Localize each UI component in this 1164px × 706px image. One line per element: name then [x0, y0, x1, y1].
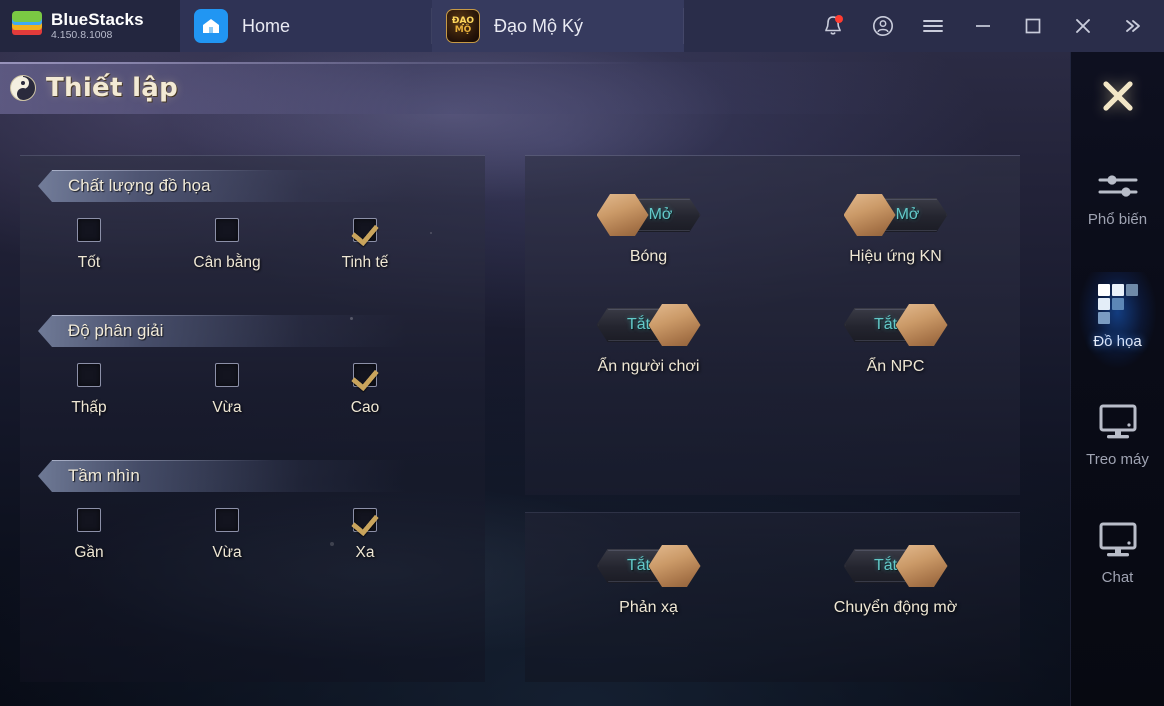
- sidebar-item-label: Chat: [1101, 569, 1134, 586]
- option-row-resolution: Thấp Vừa Cao: [20, 363, 485, 417]
- section-title: Tầm nhìn: [68, 466, 140, 485]
- toggle-label: Bóng: [629, 248, 668, 265]
- tab-game-label: Đạo Mộ Ký: [494, 15, 584, 36]
- checkbox-checked[interactable]: [353, 508, 377, 532]
- sidebar-item-label: Phổ biến: [1087, 211, 1148, 228]
- option-can-bang[interactable]: Cân bằng: [158, 218, 296, 272]
- option-thap[interactable]: Thấp: [20, 363, 158, 417]
- yin-yang-icon: [10, 75, 36, 101]
- game-screen: Thiết lập Chất lượng đồ họa Tốt Cân bằng…: [0, 52, 1164, 706]
- effects-panel: Mở Bóng Mở Hiệu ứng KN Tắt Ẩn người chơi…: [525, 155, 1020, 495]
- toggle-phan-xa[interactable]: Tắt Phản xạ: [525, 545, 772, 617]
- section-header-graphics-quality: Chất lượng đồ họa: [38, 170, 406, 202]
- option-xa[interactable]: Xa: [296, 508, 434, 562]
- option-vua-view[interactable]: Vừa: [158, 508, 296, 562]
- sidebar-item-do-hoa[interactable]: Đồ họa: [1071, 258, 1164, 376]
- option-label: Cao: [350, 399, 380, 416]
- settings-sidebar: Phổ biến Đồ họa Treo máy Chat: [1070, 52, 1164, 706]
- option-label: Gần: [74, 544, 104, 561]
- sidebar-item-label: Đồ họa: [1093, 333, 1142, 350]
- tab-home[interactable]: Home: [180, 0, 432, 52]
- expand-button[interactable]: [1108, 0, 1158, 52]
- page-header: Thiết lập: [0, 62, 1085, 114]
- option-vua-resolution[interactable]: Vừa: [158, 363, 296, 417]
- notifications-button[interactable]: [808, 0, 858, 52]
- monitor-icon: [1099, 522, 1136, 557]
- option-row-graphics-quality: Tốt Cân bằng Tinh tế: [20, 218, 485, 272]
- sliders-icon: [1098, 175, 1137, 197]
- close-icon: [1102, 81, 1133, 111]
- sidebar-item-treo-may[interactable]: Treo máy: [1071, 376, 1164, 494]
- toggle-label: Hiệu ứng KN: [849, 248, 942, 265]
- brand-version: 4.150.8.1008: [51, 29, 113, 42]
- toggle-label: Ẩn NPC: [866, 358, 925, 375]
- toggle-switch[interactable]: Tắt: [843, 545, 948, 587]
- toggle-chuyen-dong-mo[interactable]: Tắt Chuyển động mờ: [772, 545, 1019, 617]
- toggle-label: Phản xạ: [619, 599, 678, 616]
- toggle-hieu-ung-kn[interactable]: Mở Hiệu ứng KN: [772, 194, 1019, 266]
- graphics-options-panel: Chất lượng đồ họa Tốt Cân bằng Tinh tế Đ…: [20, 155, 485, 682]
- tab-home-label: Home: [242, 15, 291, 36]
- option-row-view-distance: Gần Vừa Xa: [20, 508, 485, 562]
- option-label: Tinh tế: [341, 254, 389, 271]
- toggle-switch[interactable]: Tắt: [596, 304, 701, 346]
- option-gan[interactable]: Gần: [20, 508, 158, 562]
- bluestacks-logo: [12, 11, 42, 41]
- sidebar-item-label: Treo máy: [1086, 451, 1149, 468]
- section-title: Chất lượng đồ họa: [68, 176, 211, 195]
- toggle-bong[interactable]: Mở Bóng: [525, 194, 772, 266]
- notification-badge: [835, 15, 843, 23]
- tab-dao-mo-ky[interactable]: ĐẠO MỘ Đạo Mộ Ký: [432, 0, 684, 52]
- toggle-label: Ẩn người chơi: [597, 358, 700, 375]
- settings-close-button[interactable]: [1071, 52, 1164, 140]
- bluestacks-window: BlueStacks 4.150.8.1008 Home ĐẠO MỘ Đạo …: [0, 0, 1164, 706]
- bluestacks-brand: BlueStacks 4.150.8.1008: [0, 0, 180, 52]
- section-header-view-distance: Tầm nhìn: [38, 460, 406, 492]
- menu-button[interactable]: [908, 0, 958, 52]
- option-label: Tốt: [77, 254, 101, 271]
- toggle-switch[interactable]: Tắt: [843, 304, 948, 346]
- option-tot[interactable]: Tốt: [20, 218, 158, 272]
- section-header-resolution: Độ phân giải: [38, 315, 406, 347]
- game-icon-text-bottom: MỘ: [454, 25, 472, 35]
- game-icon: ĐẠO MỘ: [446, 9, 480, 43]
- toggle-an-nguoi-choi[interactable]: Tắt Ẩn người chơi: [525, 304, 772, 376]
- option-label: Thấp: [71, 399, 107, 416]
- section-title: Độ phân giải: [68, 321, 164, 340]
- home-icon: [194, 9, 228, 43]
- window-controls: [808, 0, 1164, 52]
- page-title: Thiết lập: [46, 73, 179, 103]
- close-button[interactable]: [1058, 0, 1108, 52]
- toggle-switch[interactable]: Mở: [596, 194, 701, 236]
- title-bar: BlueStacks 4.150.8.1008 Home ĐẠO MỘ Đạo …: [0, 0, 1164, 52]
- monitor-icon: [1099, 404, 1136, 439]
- option-tinh-te[interactable]: Tinh tế: [296, 218, 434, 272]
- pixel-grid-icon: [1097, 284, 1138, 324]
- checkbox[interactable]: [77, 508, 101, 532]
- option-label: Cân bằng: [193, 254, 261, 271]
- option-label: Vừa: [212, 544, 242, 561]
- minimize-button[interactable]: [958, 0, 1008, 52]
- checkbox[interactable]: [215, 218, 239, 242]
- option-cao[interactable]: Cao: [296, 363, 434, 417]
- toggle-switch[interactable]: Tắt: [596, 545, 701, 587]
- toggle-label: Chuyển động mờ: [833, 599, 958, 616]
- checkbox-checked[interactable]: [353, 363, 377, 387]
- brand-name: BlueStacks: [51, 9, 144, 29]
- account-button[interactable]: [858, 0, 908, 52]
- toggle-an-npc[interactable]: Tắt Ẩn NPC: [772, 304, 1019, 376]
- checkbox[interactable]: [215, 363, 239, 387]
- checkbox[interactable]: [77, 363, 101, 387]
- checkbox-checked[interactable]: [353, 218, 377, 242]
- advanced-effects-panel: Tắt Phản xạ Tắt Chuyển động mờ: [525, 512, 1020, 682]
- option-label: Vừa: [212, 399, 242, 416]
- option-label: Xa: [355, 544, 375, 561]
- maximize-button[interactable]: [1008, 0, 1058, 52]
- checkbox[interactable]: [215, 508, 239, 532]
- sidebar-item-chat[interactable]: Chat: [1071, 494, 1164, 612]
- checkbox[interactable]: [77, 218, 101, 242]
- toggle-switch[interactable]: Mở: [843, 194, 948, 236]
- sidebar-item-pho-bien[interactable]: Phổ biến: [1071, 140, 1164, 258]
